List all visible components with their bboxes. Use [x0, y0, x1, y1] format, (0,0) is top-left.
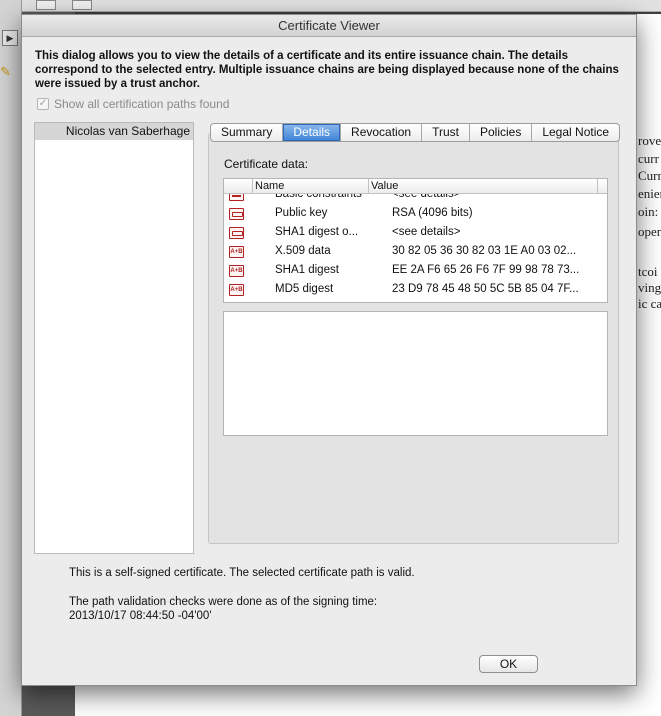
data-icon: A+B — [229, 284, 244, 296]
validation-timestamp: 2013/10/17 08:44:50 -04'00' — [69, 610, 212, 622]
background-toolbar — [22, 0, 661, 12]
tab-bar: Summary Details Revocation Trust Policie… — [210, 123, 621, 142]
toolbar-fit-icon[interactable] — [36, 0, 56, 10]
column-header-value[interactable]: Value — [368, 179, 598, 194]
validation-status: The path validation checks were done as … — [69, 595, 377, 623]
background-text-fragment: open — [638, 224, 661, 239]
row-name: Basic constraints — [275, 194, 362, 200]
key-icon — [229, 208, 244, 220]
checkmark-icon[interactable]: ✓ — [37, 98, 49, 110]
certificate-data-label: Certificate data: — [224, 157, 309, 171]
table-row[interactable]: A+B MD5 digest 23 D9 78 45 48 50 5C 5B 8… — [224, 280, 607, 299]
background-text-fragment: rove — [638, 133, 661, 148]
tab-summary[interactable]: Summary — [211, 124, 284, 141]
table-header: Name Value — [224, 179, 607, 194]
certificate-viewer-dialog: Certificate Viewer This dialog allows yo… — [21, 14, 637, 686]
row-value: <see details> — [392, 194, 461, 200]
certificate-chain-list[interactable]: Nicolas van Saberhage — [34, 122, 194, 554]
tab-trust[interactable]: Trust — [422, 124, 470, 141]
background-text-fragment: ving — [638, 280, 661, 295]
chain-item-selected[interactable]: Nicolas van Saberhage — [35, 123, 193, 140]
dialog-intro-text: This dialog allows you to view the detai… — [35, 50, 619, 90]
self-signed-status: This is a self-signed certificate. The s… — [69, 567, 415, 579]
row-value: EE 2A F6 65 26 F6 7F 99 98 78 73... — [392, 264, 580, 276]
table-row[interactable]: A+B X.509 data 30 82 05 36 30 82 03 1E A… — [224, 242, 607, 261]
table-row[interactable]: Public key RSA (4096 bits) — [224, 204, 607, 223]
row-name: MD5 digest — [275, 283, 334, 295]
tab-details[interactable]: Details — [283, 124, 342, 141]
row-name: SHA1 digest — [275, 264, 339, 276]
validation-line: The path validation checks were done as … — [69, 596, 378, 608]
row-value: 23 D9 78 45 48 50 5C 5B 85 04 7F... — [392, 283, 579, 295]
dialog-title: Certificate Viewer — [22, 15, 636, 37]
background-text-fragment: Curre — [638, 168, 661, 183]
data-icon: A+B — [229, 246, 244, 258]
table-body[interactable]: Basic constraints <see details> Public k… — [224, 194, 607, 302]
background-sidebar: ▶ ✎ — [0, 0, 22, 716]
background-text-fragment: ic ca — [638, 296, 661, 311]
row-name: X.509 data — [275, 245, 331, 257]
row-value: RSA (4096 bits) — [392, 207, 473, 219]
tab-legal-notice[interactable]: Legal Notice — [532, 124, 619, 141]
row-name: SHA1 digest o... — [275, 226, 359, 238]
pen-icon[interactable]: ✎ — [0, 64, 12, 79]
tab-revocation[interactable]: Revocation — [341, 124, 423, 141]
show-all-paths-label: Show all certification paths found — [54, 97, 230, 111]
row-value: 30 82 05 36 30 82 03 1E A0 03 02... — [392, 245, 577, 257]
column-header-name[interactable]: Name — [252, 179, 368, 194]
row-name: Public key — [275, 207, 328, 219]
background-text-fragment: oin: — [638, 204, 659, 219]
background-text-fragment: tcoi — [638, 264, 658, 279]
background-text-fragment: enien — [638, 186, 661, 201]
table-row[interactable]: Basic constraints <see details> — [224, 194, 607, 204]
certificate-data-table[interactable]: Name Value Basic constraints <see detail… — [223, 178, 608, 303]
table-row[interactable]: A+B SHA1 digest EE 2A F6 65 26 F6 7F 99 … — [224, 261, 607, 280]
ok-button[interactable]: OK — [479, 655, 538, 673]
extension-icon — [229, 194, 244, 201]
row-value: <see details> — [392, 226, 461, 238]
tab-policies[interactable]: Policies — [470, 124, 533, 141]
expand-arrow-icon[interactable]: ▶ — [2, 30, 18, 46]
data-icon: A+B — [229, 265, 244, 277]
key-icon — [229, 227, 244, 239]
show-all-paths-checkbox[interactable]: ✓ Show all certification paths found — [37, 97, 229, 111]
background-text-fragment: curr — [638, 151, 659, 166]
field-detail-textarea[interactable] — [223, 311, 608, 436]
toolbar-download-icon[interactable] — [72, 0, 92, 10]
table-row[interactable]: SHA1 digest o... <see details> — [224, 223, 607, 242]
